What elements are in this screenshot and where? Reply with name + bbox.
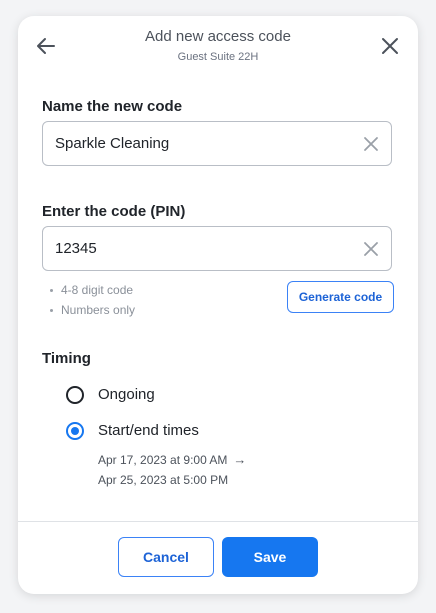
- name-field-label: Name the new code: [42, 98, 183, 115]
- timing-label: Timing: [42, 350, 91, 367]
- radio-label: Start/end times: [98, 422, 199, 439]
- date-range: Apr 17, 2023 at 9:00 AM → Apr 25, 2023 at…: [98, 449, 246, 491]
- save-button[interactable]: Save: [222, 537, 318, 577]
- pin-hints: 4-8 digit code Numbers only: [50, 280, 135, 320]
- name-input[interactable]: Sparkle Cleaning: [42, 121, 392, 166]
- end-datetime[interactable]: Apr 25, 2023 at 5:00 PM: [98, 473, 228, 487]
- pin-field-label: Enter the code (PIN): [42, 203, 186, 220]
- cancel-button[interactable]: Cancel: [118, 537, 214, 577]
- access-code-dialog: Add new access code Guest Suite 22H Name…: [18, 16, 418, 594]
- generate-code-button[interactable]: Generate code: [287, 281, 394, 313]
- pin-input-value: 12345: [55, 240, 97, 257]
- hint-item: Numbers only: [50, 300, 135, 320]
- radio-label: Ongoing: [98, 386, 155, 403]
- clear-icon[interactable]: [361, 134, 381, 154]
- dialog-subtitle: Guest Suite 22H: [177, 51, 259, 63]
- radio-unchecked-icon[interactable]: [66, 386, 84, 404]
- arrow-right-icon: →: [233, 452, 247, 467]
- footer-divider: [18, 521, 418, 522]
- bullet-icon: [50, 309, 53, 313]
- pin-input[interactable]: 12345: [42, 226, 392, 271]
- hint-item: 4-8 digit code: [50, 280, 135, 300]
- radio-checked-icon[interactable]: [66, 422, 84, 440]
- start-datetime[interactable]: Apr 17, 2023 at 9:00 AM: [98, 453, 227, 467]
- dialog-title: Add new access code: [145, 28, 291, 45]
- dialog-header: Add new access code Guest Suite 22H: [18, 16, 418, 86]
- bullet-icon: [50, 289, 53, 293]
- close-icon[interactable]: [378, 34, 402, 58]
- name-input-value: Sparkle Cleaning: [55, 135, 170, 152]
- clear-icon[interactable]: [361, 239, 381, 259]
